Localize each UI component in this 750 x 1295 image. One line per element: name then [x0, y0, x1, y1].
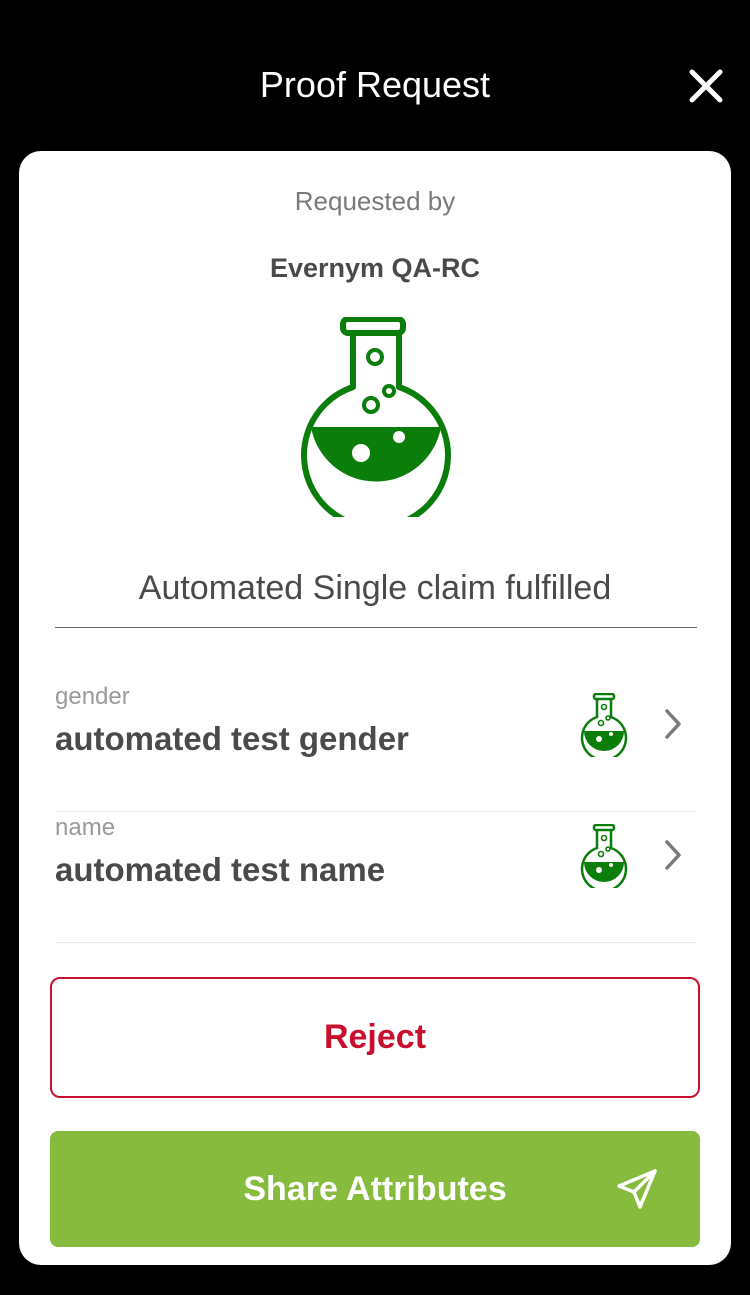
attribute-value: automated test name	[55, 851, 386, 888]
share-attributes-label: Share Attributes	[243, 1170, 507, 1208]
chevron-right-icon	[665, 709, 681, 739]
share-attributes-button[interactable]: Share Attributes	[50, 1131, 700, 1247]
requested-by-label: Requested by	[294, 186, 456, 216]
attribute-label: name	[55, 814, 116, 841]
flask-icon	[580, 824, 628, 888]
close-button[interactable]	[682, 62, 730, 110]
attribute-label: gender	[55, 683, 130, 710]
flask-icon	[301, 317, 451, 517]
attribute-row-name[interactable]: name automated test name	[55, 812, 697, 943]
proof-request-card: Requested by Evernym QA-RC Automated Sin…	[19, 151, 731, 1265]
chevron-right-icon	[665, 840, 681, 870]
proof-name-divider	[55, 627, 697, 628]
proof-name: Automated Single claim fulfilled	[138, 569, 612, 607]
flask-icon	[580, 693, 628, 757]
reject-button[interactable]: Reject	[50, 977, 700, 1098]
close-icon	[689, 69, 723, 103]
page-title: Proof Request	[259, 64, 491, 105]
requester-name: Evernym QA-RC	[269, 253, 481, 283]
send-icon	[617, 1169, 657, 1209]
header: Proof Request	[0, 0, 750, 150]
attribute-row-gender[interactable]: gender automated test gender	[55, 681, 697, 812]
attribute-value: automated test gender	[55, 720, 409, 757]
